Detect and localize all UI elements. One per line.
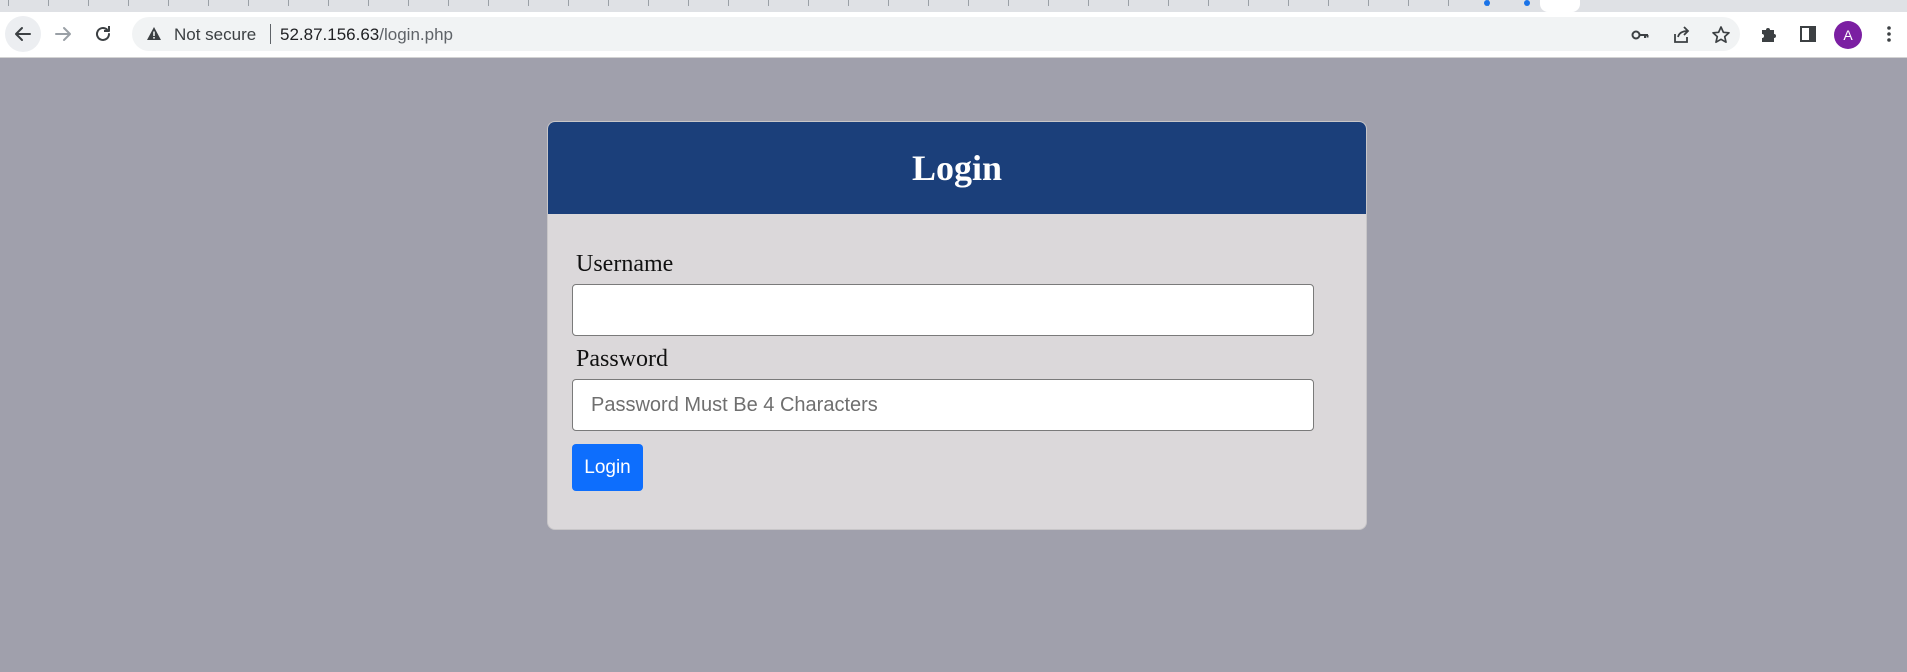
address-bar[interactable]: Not secure 52.87.156.63/login.php xyxy=(132,17,1740,51)
url-path: /login.php xyxy=(379,25,453,44)
tab-separator xyxy=(1448,0,1449,6)
username-label: Username xyxy=(576,251,674,277)
tab-separator xyxy=(1168,0,1169,6)
tab-separator xyxy=(1008,0,1009,6)
side-panel-icon[interactable] xyxy=(1796,22,1820,46)
url-host: 52.87.156.63 xyxy=(280,25,380,44)
username-input[interactable] xyxy=(572,284,1314,336)
reload-icon xyxy=(96,26,110,41)
tab-separator xyxy=(728,0,729,6)
tab-separator xyxy=(608,0,609,6)
tab-separator xyxy=(1248,0,1249,6)
tab-separator xyxy=(128,0,129,6)
tab-separator xyxy=(1208,0,1209,6)
tab-separator xyxy=(528,0,529,6)
tab-separator xyxy=(1288,0,1289,6)
tab-separator xyxy=(1088,0,1089,6)
login-card: Login Username Password Login xyxy=(547,121,1367,530)
tab-separator xyxy=(88,0,89,6)
security-status[interactable]: Not secure xyxy=(174,25,256,45)
address-separator xyxy=(270,24,271,44)
forward-button[interactable] xyxy=(45,16,81,52)
tab-separator xyxy=(168,0,169,6)
tab-separator xyxy=(488,0,489,6)
puzzle-icon[interactable] xyxy=(1757,22,1781,46)
tab-separator xyxy=(208,0,209,6)
login-button[interactable]: Login xyxy=(572,444,643,491)
tab-loading-indicator xyxy=(1484,0,1490,6)
password-label: Password xyxy=(576,346,669,372)
back-button[interactable] xyxy=(5,16,41,52)
active-tab[interactable] xyxy=(1540,0,1580,12)
tab-loading-indicator xyxy=(1524,0,1530,6)
card-header: Login xyxy=(548,122,1366,214)
tab-separator xyxy=(248,0,249,6)
tab-separator xyxy=(968,0,969,6)
tab-separator xyxy=(1128,0,1129,6)
tab-separator xyxy=(408,0,409,6)
tab-separator xyxy=(328,0,329,6)
star-icon[interactable] xyxy=(1710,24,1732,46)
url-text[interactable]: 52.87.156.63/login.php xyxy=(280,25,453,45)
share-icon[interactable] xyxy=(1670,24,1692,46)
tab-separator xyxy=(8,0,9,6)
tab-separator xyxy=(568,0,569,6)
password-input[interactable] xyxy=(572,379,1314,431)
tab-separator xyxy=(1368,0,1369,6)
tab-separator xyxy=(888,0,889,6)
reload-button[interactable] xyxy=(85,16,121,52)
browser-toolbar: Not secure 52.87.156.63/login.php A xyxy=(0,12,1907,58)
page-title: Login xyxy=(911,148,1003,188)
tab-separator xyxy=(928,0,929,6)
tab-separator xyxy=(448,0,449,6)
tab-separator xyxy=(688,0,689,6)
warning-icon[interactable] xyxy=(146,26,162,42)
tab-separator xyxy=(368,0,369,6)
tab-separator xyxy=(848,0,849,6)
tab-separator xyxy=(1328,0,1329,6)
tab-separator xyxy=(768,0,769,6)
profile-avatar[interactable]: A xyxy=(1834,21,1862,49)
tab-separator xyxy=(48,0,49,6)
tab-separator xyxy=(288,0,289,6)
tab-strip xyxy=(0,0,1907,12)
kebab-menu-icon[interactable] xyxy=(1877,22,1901,46)
forward-arrow-icon xyxy=(55,27,71,41)
tab-separator xyxy=(1408,0,1409,6)
tab-separator xyxy=(648,0,649,6)
key-icon[interactable] xyxy=(1629,24,1651,46)
tab-separator xyxy=(808,0,809,6)
back-arrow-icon xyxy=(15,27,31,41)
tab-separator xyxy=(1048,0,1049,6)
